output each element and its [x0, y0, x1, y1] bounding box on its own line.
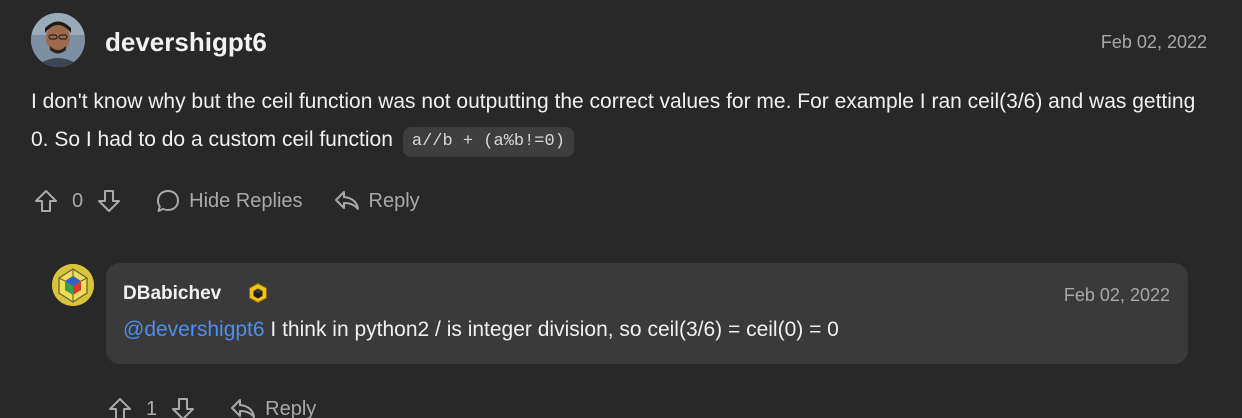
reply-avatar[interactable]: [52, 264, 94, 306]
vote-count: 1: [146, 397, 158, 418]
comment-bubble-icon: [155, 188, 181, 214]
comment-author[interactable]: devershigpt6: [105, 24, 267, 60]
avatar[interactable]: [31, 13, 85, 67]
comment-date: Feb 02, 2022: [1100, 32, 1207, 52]
reply-label: Reply: [265, 397, 317, 418]
reply-author[interactable]: DBabichev: [123, 282, 221, 306]
inline-code: a//b + (a%b!=0): [402, 127, 574, 157]
comment-actions: 0 Hide Replies Reply: [33, 186, 420, 216]
arrow-up-icon[interactable]: [107, 396, 133, 418]
reply-text: I think in python2 / is integer division…: [264, 318, 839, 341]
geometric-avatar-icon: [52, 264, 94, 306]
reply-body: @devershigpt6 I think in python2 / is in…: [123, 315, 839, 345]
reply-card: DBabichev Feb 02, 2022 @devershigpt6 I t…: [106, 263, 1188, 364]
reply-date: Feb 02, 2022: [1063, 285, 1170, 305]
reply-button[interactable]: Reply: [333, 188, 420, 214]
reply-arrow-icon: [333, 188, 361, 214]
comment-body: I don't know why but the ceil function w…: [31, 83, 1211, 159]
hide-replies-button[interactable]: Hide Replies: [155, 188, 303, 214]
arrow-down-icon[interactable]: [96, 188, 122, 214]
reply-button[interactable]: Reply: [229, 396, 316, 418]
arrow-up-icon[interactable]: [33, 188, 59, 214]
comment-text: I don't know why but the ceil function w…: [31, 90, 1196, 151]
reply-arrow-icon: [229, 396, 257, 418]
cube-badge-icon: [247, 282, 269, 304]
user-mention-link[interactable]: @devershigpt6: [123, 318, 265, 341]
reply-actions: 1 Reply: [107, 394, 316, 418]
discussion-thread: devershigpt6 Feb 02, 2022 I don't know w…: [0, 0, 1242, 418]
arrow-down-icon[interactable]: [170, 396, 196, 418]
hide-replies-label: Hide Replies: [189, 189, 303, 212]
user-photo-icon: [31, 13, 85, 67]
reply-label: Reply: [368, 189, 420, 212]
vote-count: 0: [72, 189, 84, 212]
